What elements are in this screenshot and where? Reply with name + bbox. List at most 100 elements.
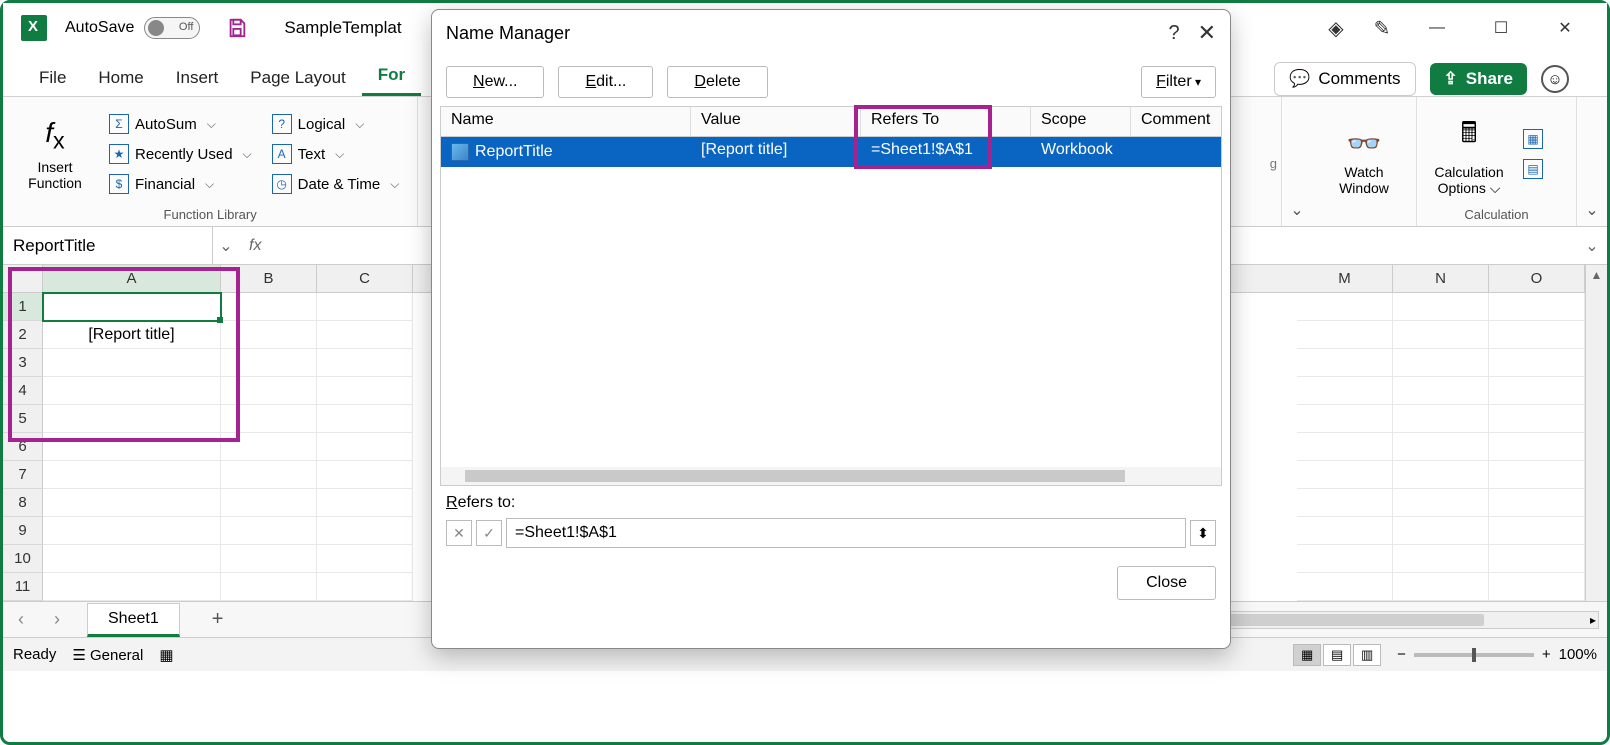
calc-sheet-button[interactable]: ▤ bbox=[1517, 157, 1549, 181]
share-button[interactable]: ⇪ Share bbox=[1430, 63, 1528, 95]
sheet-nav-prev[interactable]: ‹ bbox=[3, 609, 39, 630]
financial-button[interactable]: $Financial bbox=[103, 172, 258, 196]
autosave-label: AutoSave bbox=[65, 19, 134, 37]
fx-icon: fx bbox=[45, 117, 64, 155]
status-macro-icon[interactable]: ▦ bbox=[159, 646, 173, 664]
refers-to-label: Refers to: bbox=[446, 494, 1216, 512]
cell-A1[interactable] bbox=[43, 293, 221, 321]
ribbon-options-1[interactable]: ⌄ bbox=[1282, 97, 1312, 226]
col-header-scope[interactable]: Scope bbox=[1031, 107, 1131, 136]
col-header-N[interactable]: N bbox=[1393, 265, 1489, 293]
dialog-help-button[interactable]: ? bbox=[1168, 22, 1179, 45]
calc-now-button[interactable]: ▦ bbox=[1517, 127, 1549, 151]
calculator-icon: 🖩 bbox=[1461, 112, 1478, 160]
share-icon: ⇪ bbox=[1444, 69, 1458, 89]
collapse-dialog-button[interactable]: ⬍ bbox=[1190, 520, 1216, 546]
feedback-icon[interactable]: ☺ bbox=[1541, 65, 1569, 93]
edit-name-button[interactable]: Edit... bbox=[558, 66, 653, 98]
cell-B1[interactable] bbox=[221, 293, 317, 321]
formula-bar-expand[interactable]: ⌄ bbox=[1577, 236, 1607, 256]
star-icon: ★ bbox=[109, 144, 129, 164]
row-header-7[interactable]: 7 bbox=[3, 461, 43, 489]
maximize-button[interactable]: ☐ bbox=[1481, 8, 1521, 48]
col-header-value[interactable]: Value bbox=[691, 107, 861, 136]
confirm-edit-button[interactable]: ✓ bbox=[476, 520, 502, 546]
select-all-corner[interactable] bbox=[3, 265, 43, 293]
logical-button[interactable]: ?Logical bbox=[266, 112, 406, 136]
tab-page-layout[interactable]: Page Layout bbox=[234, 60, 361, 96]
view-page-layout-button[interactable]: ▤ bbox=[1323, 644, 1351, 666]
sheet-nav-next[interactable]: › bbox=[39, 609, 75, 630]
view-normal-button[interactable]: ▦ bbox=[1293, 644, 1321, 666]
row-header-11[interactable]: 11 bbox=[3, 573, 43, 601]
row-header-1[interactable]: 1 bbox=[3, 293, 43, 321]
close-window-button[interactable]: ✕ bbox=[1545, 8, 1585, 48]
col-header-O[interactable]: O bbox=[1489, 265, 1585, 293]
text-button[interactable]: AText bbox=[266, 142, 406, 166]
name-box-dropdown[interactable]: ⌄ bbox=[213, 236, 239, 256]
recently-used-button[interactable]: ★Recently Used bbox=[103, 142, 258, 166]
new-name-button[interactable]: New... bbox=[446, 66, 544, 98]
col-header-B[interactable]: B bbox=[221, 265, 317, 293]
cell-A2[interactable]: [Report title] bbox=[43, 321, 221, 349]
calculation-options-button[interactable]: 🖩 Calculation Options ⌵ bbox=[1429, 103, 1509, 205]
zoom-control[interactable]: − + 100% bbox=[1397, 646, 1597, 663]
refers-to-input[interactable] bbox=[506, 518, 1186, 548]
delete-name-button[interactable]: Delete bbox=[667, 66, 767, 98]
zoom-out-button[interactable]: − bbox=[1397, 646, 1406, 663]
date-time-button[interactable]: ◷Date & Time bbox=[266, 172, 406, 196]
col-header-M[interactable]: M bbox=[1297, 265, 1393, 293]
tab-home[interactable]: Home bbox=[82, 60, 159, 96]
tab-file[interactable]: File bbox=[23, 60, 82, 96]
financial-icon: $ bbox=[109, 174, 129, 194]
copilot-icon[interactable]: ◈ bbox=[1325, 17, 1347, 39]
row-header-5[interactable]: 5 bbox=[3, 405, 43, 433]
cell-C1[interactable] bbox=[317, 293, 413, 321]
autosave-toggle[interactable]: Off bbox=[144, 17, 200, 39]
col-header-refers[interactable]: Refers To bbox=[861, 107, 1031, 136]
ai-icon[interactable]: ✎ bbox=[1371, 17, 1393, 39]
calc-now-icon: ▦ bbox=[1523, 129, 1543, 149]
name-icon bbox=[451, 143, 469, 161]
ribbon-collapse-button[interactable]: ⌄ bbox=[1577, 97, 1607, 226]
row-header-4[interactable]: 4 bbox=[3, 377, 43, 405]
autosum-button[interactable]: ΣAutoSum bbox=[103, 112, 258, 136]
fx-button[interactable]: fx bbox=[239, 237, 271, 255]
status-general: ☰ General bbox=[72, 646, 143, 664]
insert-function-button[interactable]: fx Insert Function bbox=[15, 103, 95, 205]
zoom-level[interactable]: 100% bbox=[1559, 646, 1597, 663]
row-header-6[interactable]: 6 bbox=[3, 433, 43, 461]
zoom-in-button[interactable]: + bbox=[1542, 646, 1551, 663]
row-header-9[interactable]: 9 bbox=[3, 517, 43, 545]
logical-icon: ? bbox=[272, 114, 292, 134]
save-icon[interactable] bbox=[226, 17, 248, 39]
calculation-group-label: Calculation bbox=[1429, 205, 1564, 224]
zoom-slider[interactable] bbox=[1414, 653, 1534, 657]
col-header-name[interactable]: Name bbox=[441, 107, 691, 136]
tab-insert[interactable]: Insert bbox=[160, 60, 235, 96]
minimize-button[interactable]: — bbox=[1417, 8, 1457, 48]
watch-window-button[interactable]: 👓 Watch Window bbox=[1324, 103, 1404, 220]
vertical-scrollbar[interactable]: ▲ bbox=[1585, 265, 1607, 601]
comments-button[interactable]: 💬 Comments bbox=[1274, 62, 1415, 96]
col-header-C[interactable]: C bbox=[317, 265, 413, 293]
dialog-close-x[interactable]: ✕ bbox=[1198, 20, 1216, 46]
col-header-comment[interactable]: Comment bbox=[1131, 107, 1221, 136]
filter-button[interactable]: Filter bbox=[1141, 66, 1216, 98]
dialog-horizontal-scrollbar[interactable] bbox=[441, 467, 1221, 485]
tab-formulas[interactable]: For bbox=[362, 57, 421, 96]
name-row-reporttitle[interactable]: ReportTitle [Report title] =Sheet1!$A$1 … bbox=[441, 137, 1221, 167]
add-sheet-button[interactable]: + bbox=[212, 608, 224, 631]
name-box[interactable] bbox=[3, 227, 213, 264]
row-header-3[interactable]: 3 bbox=[3, 349, 43, 377]
sheet-tab-sheet1[interactable]: Sheet1 bbox=[87, 603, 180, 637]
cancel-edit-button[interactable]: ✕ bbox=[446, 520, 472, 546]
col-header-A[interactable]: A bbox=[43, 265, 221, 293]
view-page-break-button[interactable]: ▥ bbox=[1353, 644, 1381, 666]
dialog-title: Name Manager bbox=[446, 23, 1168, 44]
row-header-10[interactable]: 10 bbox=[3, 545, 43, 573]
row-header-8[interactable]: 8 bbox=[3, 489, 43, 517]
names-list: Name Value Refers To Scope Comment Repor… bbox=[440, 106, 1222, 486]
close-button[interactable]: Close bbox=[1117, 566, 1216, 600]
row-header-2[interactable]: 2 bbox=[3, 321, 43, 349]
